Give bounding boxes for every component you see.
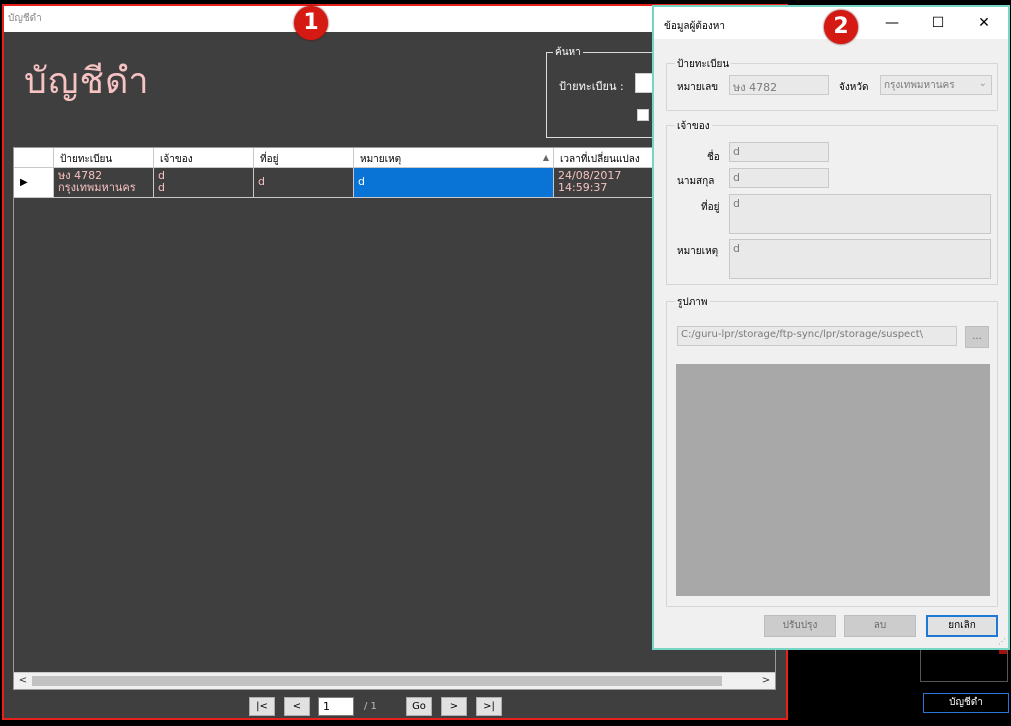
search-plate-label: ป้ายทะเบียน : [559,80,624,93]
scrollbar-thumb[interactable] [32,676,722,686]
row-header[interactable]: ▶ [14,168,54,198]
go-button[interactable]: Go [406,697,432,716]
scroll-left-icon[interactable]: < [16,674,30,688]
blacklist-button[interactable]: บัญชีดำ [923,693,1009,713]
suspect-info-dialog: ข้อมูลผู้ต้องหา — ☐ ✕ ป้ายทะเบียน หมายเล… [652,5,1010,650]
note-label: หมายเหตุ [677,246,719,257]
delete-button[interactable]: ลบ [844,615,916,637]
cell-address[interactable]: d [254,168,354,198]
cancel-button[interactable]: ยกเลิก [926,615,998,637]
scroll-right-icon[interactable]: > [759,674,773,688]
cell-owner-name: d [158,169,165,182]
photo-path-field[interactable]: C:/guru-lpr/storage/ftp-sync/lpr/storage… [677,326,957,346]
browse-button[interactable]: ... [965,326,989,348]
plate-group: ป้ายทะเบียน หมายเลข ษง 4782 จังหวัด กรุง… [666,57,998,111]
first-page-button[interactable]: |< [249,697,275,716]
callout-badge-1: 1 [294,6,328,40]
dialog-title: ข้อมูลผู้ต้องหา [664,21,726,32]
maximize-icon[interactable]: ☐ [928,13,948,33]
cell-owner[interactable]: d d [154,168,254,198]
chevron-down-icon: ⌄ [978,78,987,89]
surname-label: นามสกุล [677,176,715,187]
province-select-value: กรุงเทพมหานคร [884,80,955,91]
search-checkbox[interactable] [637,109,649,121]
last-page-button[interactable]: >| [476,697,502,716]
plate-number-field[interactable]: ษง 4782 [729,75,829,95]
column-header-address[interactable]: ที่อยู่ [254,148,354,168]
column-header-owner[interactable]: เจ้าของ [154,148,254,168]
previous-page-button[interactable]: < [284,697,310,716]
cell-note[interactable]: d [354,168,554,198]
resize-grip-icon[interactable]: ⋰ [998,637,1006,646]
name-label: ชื่อ [707,152,720,163]
column-header-plate[interactable]: ป้ายทะเบียน [54,148,154,168]
close-icon[interactable]: ✕ [974,13,994,33]
current-row-arrow-icon: ▶ [20,177,28,188]
pager: |< < 1 / 1 Go > >| [2,694,788,720]
page-total: / 1 [364,701,377,712]
page-number-input[interactable]: 1 [318,697,354,716]
search-legend: ค้นหา [553,45,583,60]
photo-preview [676,364,990,596]
main-window-title: บัญชีดำ [8,13,42,24]
update-button[interactable]: ปรับปรุง [764,615,836,637]
column-header-note-label: หมายเหตุ [360,154,402,165]
minimize-icon[interactable]: — [882,13,902,33]
sort-ascending-icon: ▲ [542,153,549,162]
column-header-note[interactable]: หมายเหตุ ▲ [354,148,554,168]
plate-number-label: หมายเลข [677,82,719,93]
surname-field[interactable]: d [729,168,829,188]
callout-badge-2: 2 [824,10,858,44]
horizontal-scrollbar[interactable]: < > [14,672,775,689]
owner-group: เจ้าของ ชื่อ d นามสกุล d ที่อยู่ d หมายเ… [666,119,998,285]
province-label: จังหวัด [839,82,869,93]
photo-group-legend: รูปภาพ [675,295,710,310]
name-field[interactable]: d [729,142,829,162]
grid-corner [14,148,54,168]
note-field[interactable]: d [729,239,991,279]
cell-plate[interactable]: ษง 4782 กรุงเทพมหานคร [54,168,154,198]
next-page-button[interactable]: > [441,697,467,716]
plate-group-legend: ป้ายทะเบียน [675,57,732,72]
province-select[interactable]: กรุงเทพมหานคร ⌄ [880,75,992,95]
cell-plate-province: กรุงเทพมหานคร [58,181,136,194]
address-label: ที่อยู่ [701,202,720,213]
address-field[interactable]: d [729,194,991,234]
owner-group-legend: เจ้าของ [675,119,712,134]
cell-owner-surname: d [158,181,165,194]
page-title: บัญชีดำ [24,61,150,102]
